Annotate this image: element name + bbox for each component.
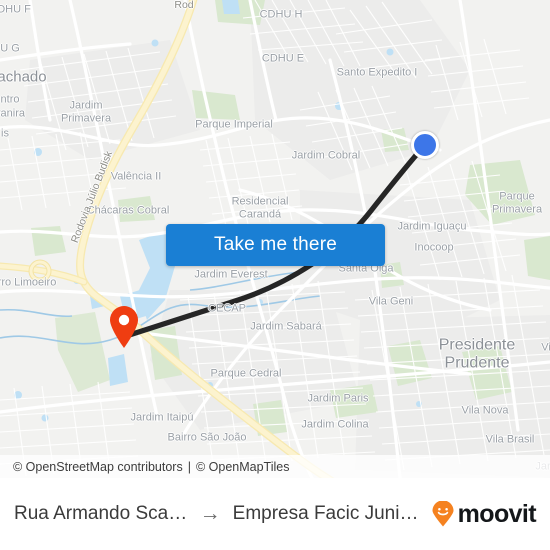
trip-footer: Rua Armando Scatalo... → Empresa Facic J… <box>0 478 550 550</box>
route-origin-label: Rua Armando Scatalo... <box>14 503 188 524</box>
route-destination-label: Empresa Facic Junior Un... <box>232 503 423 524</box>
openmaptiles-attribution-link[interactable]: © OpenMapTiles <box>196 460 290 474</box>
moovit-trip-preview: DHU FU G Rod CDHU H CDHU E Santo Expedito Ia… <box>0 0 550 550</box>
map-pin-icon <box>110 306 138 348</box>
route-summary: Rua Armando Scatalo... → Empresa Facic J… <box>14 502 423 526</box>
moovit-wordmark: moovit <box>457 499 537 528</box>
arrow-right-icon: → <box>199 502 221 525</box>
take-me-there-button[interactable]: Take me there <box>166 224 385 266</box>
take-me-there-label: Take me there <box>214 234 337 255</box>
osm-attribution-link[interactable]: © OpenStreetMap contributors <box>13 460 183 474</box>
attribution-separator: | <box>187 459 191 474</box>
map-viewport[interactable]: DHU FU G Rod CDHU H CDHU E Santo Expedito Ia… <box>0 0 550 478</box>
destination-dot-marker[interactable] <box>411 131 439 159</box>
map-attribution: © OpenStreetMap contributors | © OpenMap… <box>0 455 550 478</box>
moovit-pin-icon <box>432 501 454 527</box>
origin-pin-marker[interactable] <box>108 305 140 349</box>
moovit-logo[interactable]: moovit <box>431 499 537 529</box>
